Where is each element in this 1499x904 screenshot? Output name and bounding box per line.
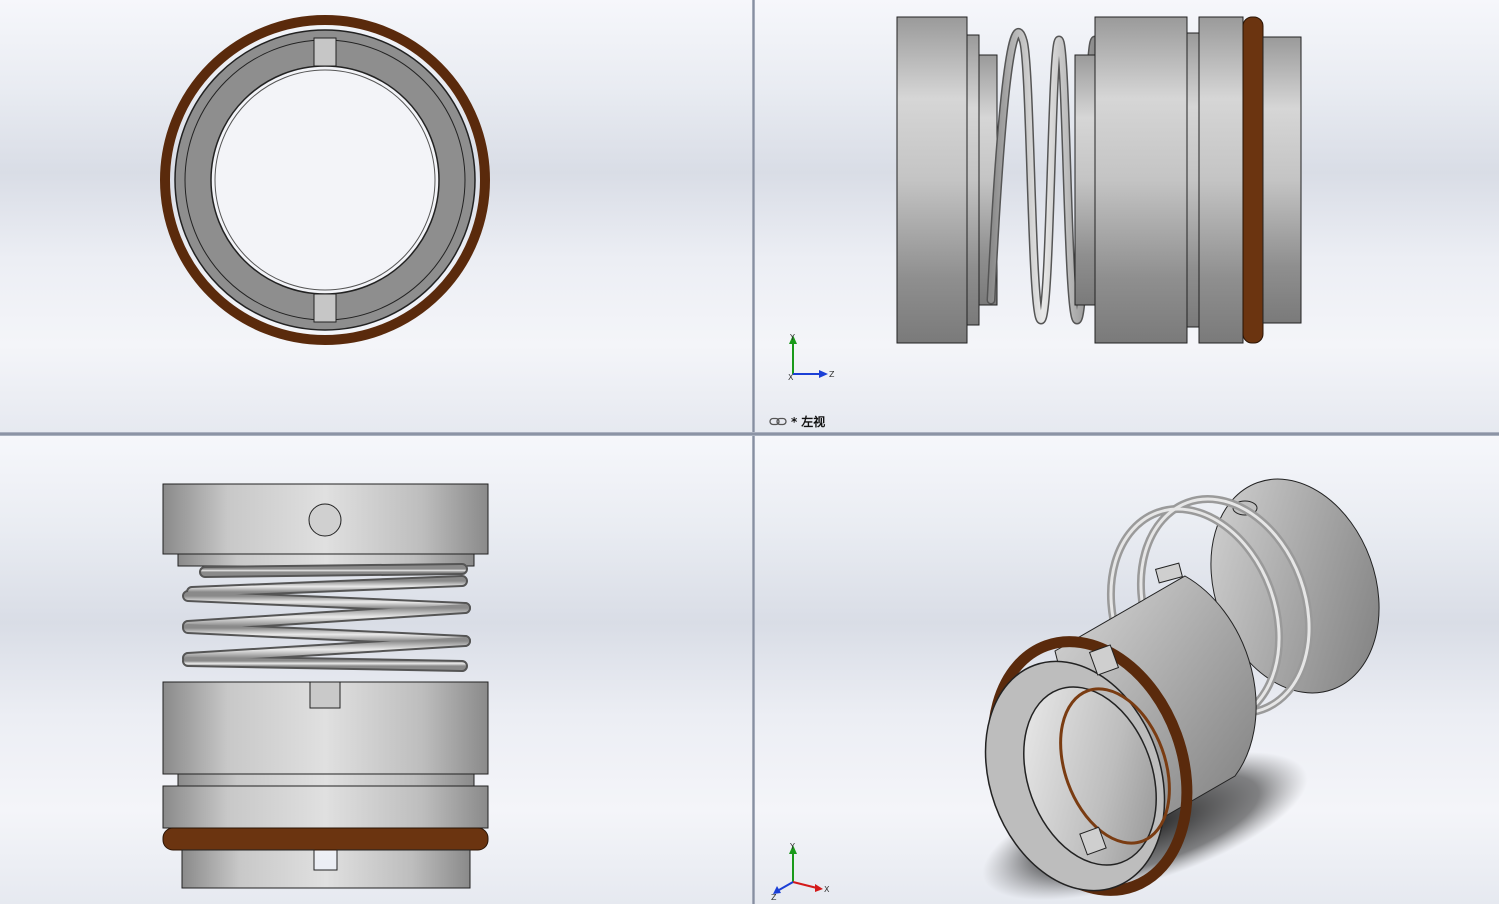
pin-hole <box>308 503 342 537</box>
viewport-front[interactable] <box>0 0 752 432</box>
seal-bore <box>210 65 440 295</box>
view-name-label: * 左视 <box>769 413 825 430</box>
bottom-collar <box>181 849 471 889</box>
view-label-text: 左视 <box>801 415 826 429</box>
notch-bottom <box>313 293 337 323</box>
front-view-drawing <box>160 15 490 345</box>
viewport-top[interactable] <box>0 436 752 904</box>
axis-triad-left: Y Z X <box>788 333 835 382</box>
svg-text:Y: Y <box>789 842 795 851</box>
left-view-drawing <box>896 16 1302 344</box>
right-end-collar <box>1262 36 1302 324</box>
notch-top <box>313 37 337 67</box>
svg-text:Z: Z <box>829 370 835 379</box>
oring-left-view <box>1242 16 1264 344</box>
middle-ring <box>1094 16 1188 344</box>
svg-text:X: X <box>824 885 830 894</box>
viewport-splitter-horizontal[interactable] <box>0 432 1499 436</box>
viewport-left[interactable]: Y Z X * 左视 <box>755 0 1499 432</box>
oring-top-view <box>162 827 489 851</box>
left-end-cap <box>896 16 968 344</box>
svg-text:X: X <box>788 373 794 382</box>
top-view-drawing <box>162 483 489 889</box>
view-label-prefix: * <box>791 414 798 429</box>
isometric-view-drawing <box>982 478 1380 901</box>
viewport-splitter-vertical[interactable] <box>752 0 755 904</box>
link-icon <box>769 417 787 426</box>
svg-text:Y: Y <box>789 333 795 342</box>
axis-triad-iso: Y X Z <box>771 842 830 900</box>
viewport-isometric[interactable]: Y X Z <box>755 436 1499 904</box>
svg-text:Z: Z <box>771 893 777 900</box>
